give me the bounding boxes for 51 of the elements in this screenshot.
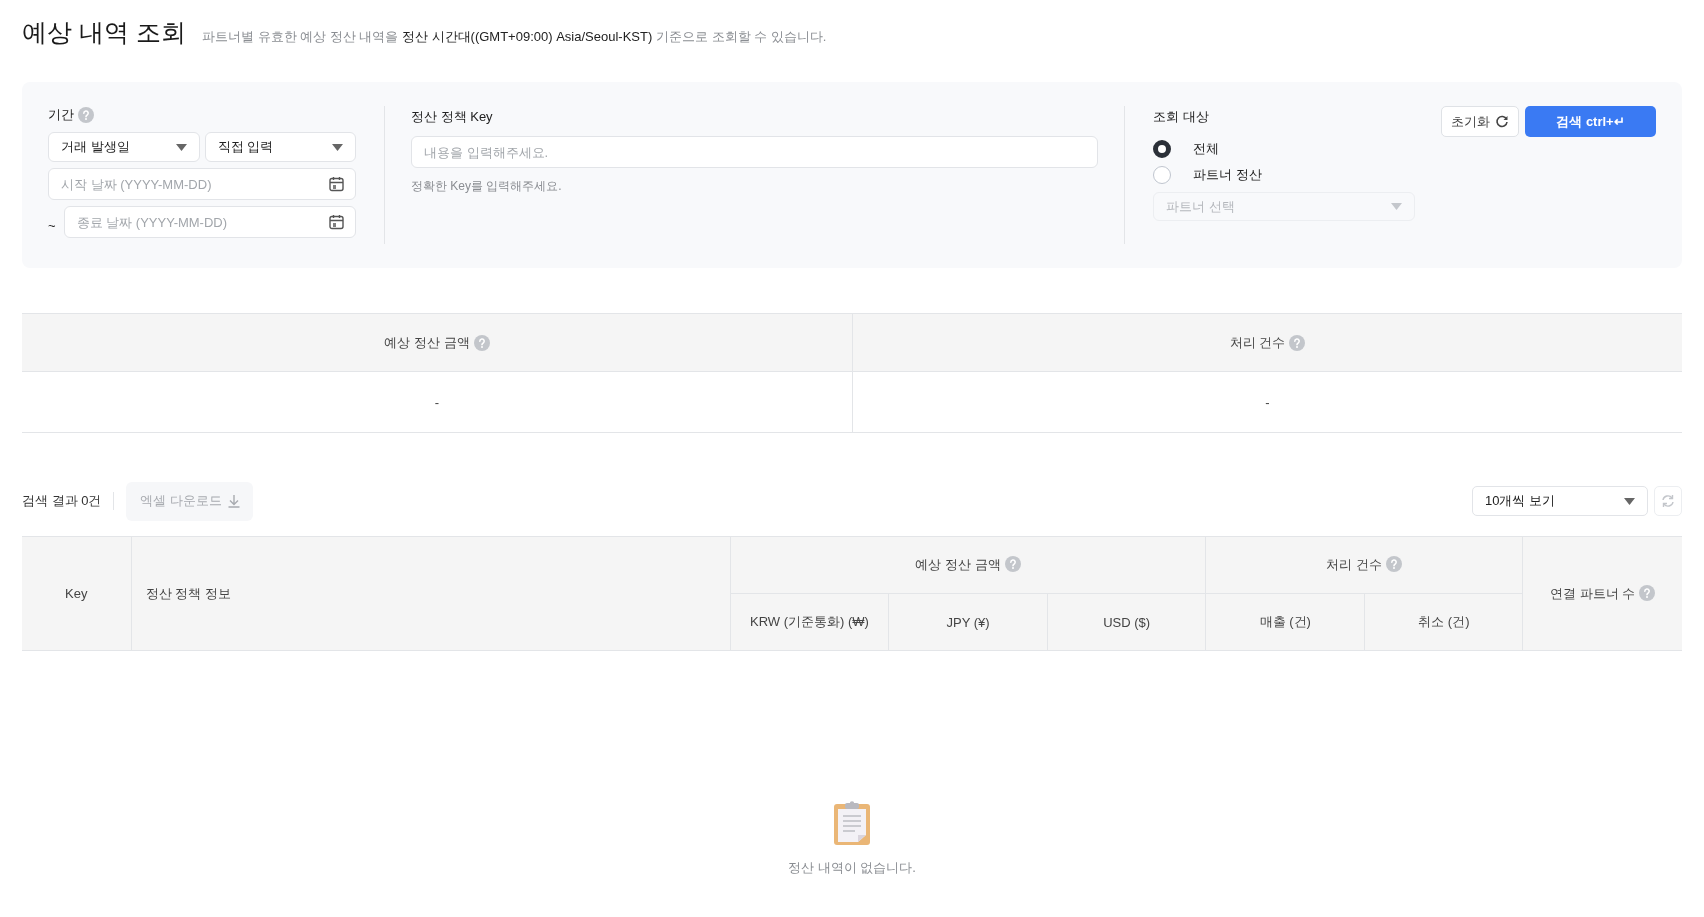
reset-button[interactable]: 초기화 — [1441, 106, 1519, 137]
refresh-button[interactable] — [1654, 486, 1682, 516]
calendar-icon[interactable] — [329, 214, 344, 230]
column-header: 처리 건수 — [1326, 557, 1383, 572]
help-icon[interactable] — [1289, 334, 1306, 351]
column-header: 매출 (건) — [1259, 614, 1311, 629]
page-title: 예상 내역 조회 — [22, 17, 186, 48]
policy-key-field[interactable]: 내용을 입력해주세요. — [411, 136, 1098, 168]
refresh-icon — [1661, 494, 1675, 508]
result-count: 검색 결과 0건 — [22, 492, 115, 510]
field-label: 조회 대상 — [1153, 108, 1210, 126]
column-header: 취소 (건) — [1418, 614, 1470, 629]
help-icon[interactable] — [1639, 584, 1656, 601]
column-header: 정산 정책 정보 — [145, 585, 231, 601]
clipboard-icon — [834, 801, 870, 845]
column-header: USD ($) — [1103, 614, 1151, 630]
page-description: 파트너별 유효한 예상 정산 내역을 정산 시간대((GMT+09:00) Asia/Seoul-KST) 기준으로 조회할 수 있습니다. — [201, 28, 827, 46]
column-header: 예상 정산 금액 — [915, 557, 1001, 572]
field-label: 정산 정책 Key — [411, 108, 494, 126]
summary-header: 처리 건수 — [1229, 333, 1286, 352]
empty-message: 정산 내역이 없습니다. — [788, 859, 916, 877]
help-icon[interactable] — [1386, 556, 1403, 572]
refresh-icon — [1495, 114, 1509, 129]
radio-label: 파트너 정산 — [1193, 166, 1262, 184]
date-type-dropdown[interactable]: 거래 발생일 — [48, 132, 200, 162]
column-header: KRW (기준통화) (₩) — [750, 614, 869, 629]
caret-icon — [332, 143, 343, 151]
radio-label: 전체 — [1193, 140, 1219, 158]
caret-icon — [1624, 497, 1635, 505]
download-icon — [227, 494, 240, 508]
start-date-field[interactable]: 시작 날짜 (YYYY-MM-DD) — [48, 168, 356, 200]
column-header: JPY (¥) — [946, 614, 990, 630]
column-header: Key — [65, 586, 88, 601]
column-header: 연결 파트너 수 — [1550, 585, 1636, 601]
field-hint: 정확한 Key를 입력해주세요. — [411, 178, 563, 195]
help-icon[interactable] — [473, 334, 490, 351]
calendar-icon[interactable] — [329, 176, 344, 192]
summary-header: 예상 정산 금액 — [384, 333, 470, 352]
help-icon[interactable] — [78, 107, 94, 123]
radio-button[interactable] — [1153, 140, 1171, 158]
range-separator: ~ — [48, 217, 56, 233]
help-icon[interactable] — [1004, 556, 1021, 572]
caret-icon — [1391, 203, 1402, 210]
search-button[interactable]: 검색 ctrl+↵ — [1525, 106, 1656, 137]
end-date-field[interactable]: 종료 날짜 (YYYY-MM-DD) — [63, 206, 356, 238]
summary-value: - — [1265, 394, 1270, 410]
summary-value: - — [434, 394, 440, 410]
field-label: 기간 — [48, 106, 74, 124]
caret-icon — [175, 143, 187, 151]
range-type-dropdown[interactable]: 직접 입력 — [204, 132, 356, 162]
page-size-dropdown[interactable]: 10개씩 보기 — [1472, 486, 1648, 516]
